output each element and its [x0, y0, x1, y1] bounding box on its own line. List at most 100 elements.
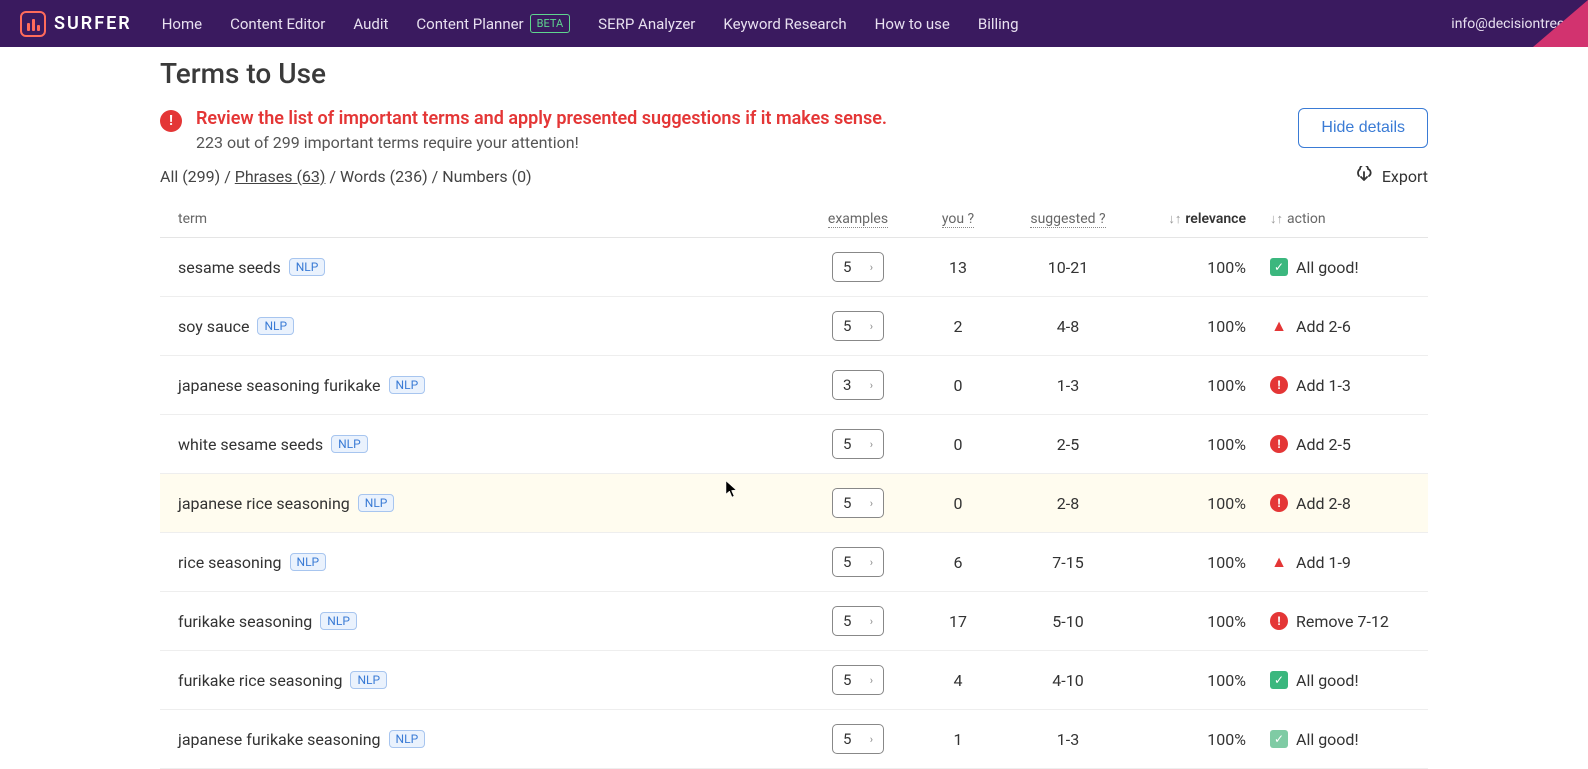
main-content: Terms to Use ! Review the list of import… [0, 47, 1588, 769]
check-icon: ✓ [1270, 671, 1288, 689]
col-action[interactable]: ↓↑action [1258, 201, 1428, 238]
filter-all[interactable]: All (299) [160, 167, 220, 186]
examples-button[interactable]: 5› [832, 488, 884, 518]
sep: / [220, 167, 235, 186]
term-cell: rice seasoningNLP [160, 533, 808, 592]
top-navbar: SURFER Home Content Editor Audit Content… [0, 0, 1588, 47]
brand-logo[interactable]: SURFER [20, 11, 132, 37]
nav-home[interactable]: Home [162, 15, 202, 33]
nav-keyword-research[interactable]: Keyword Research [723, 15, 846, 33]
examples-cell: 5› [808, 238, 908, 297]
nav-content-planner[interactable]: Content Planner BETA [416, 14, 570, 33]
relevance-cell: 100% [1128, 710, 1258, 769]
examples-button[interactable]: 5› [832, 252, 884, 282]
action-text: Add 1-3 [1296, 376, 1351, 395]
examples-cell: 5› [808, 592, 908, 651]
table-row[interactable]: furikake rice seasoningNLP5›44-10100%✓Al… [160, 651, 1428, 710]
col-suggested[interactable]: suggested ? [1008, 201, 1128, 238]
col-you[interactable]: you ? [908, 201, 1008, 238]
examples-button[interactable]: 5› [832, 547, 884, 577]
table-row[interactable]: japanese furikake seasoningNLP5›11-3100%… [160, 710, 1428, 769]
nav-content-planner-label: Content Planner [416, 15, 523, 33]
you-cell: 0 [908, 415, 1008, 474]
table-row[interactable]: japanese rice seasoningNLP5›02-8100%!Add… [160, 474, 1428, 533]
brand-name: SURFER [54, 13, 132, 34]
term-text: furikake seasoning [178, 612, 312, 631]
table-row[interactable]: sesame seedsNLP5›1310-21100%✓All good! [160, 238, 1428, 297]
filter-phrases[interactable]: Phrases (63) [235, 167, 326, 186]
examples-button[interactable]: 5› [832, 606, 884, 636]
relevance-cell: 100% [1128, 651, 1258, 710]
nav-howto-label: How to use [875, 15, 950, 33]
relevance-cell: 100% [1128, 592, 1258, 651]
examples-button[interactable]: 5› [832, 311, 884, 341]
nav-serp-label: SERP Analyzer [598, 15, 695, 33]
table-row[interactable]: soy sauceNLP5›24-8100%▲Add 2-6 [160, 297, 1428, 356]
nav-how-to-use[interactable]: How to use [875, 15, 950, 33]
action-text: Remove 7-12 [1296, 612, 1389, 631]
examples-cell: 5› [808, 710, 908, 769]
warning-triangle-icon: ▲ [1270, 553, 1288, 571]
examples-button[interactable]: 5› [832, 429, 884, 459]
chevron-right-icon: › [870, 438, 873, 451]
action-cell: !Add 1-3 [1258, 356, 1428, 415]
examples-count: 5 [843, 258, 851, 276]
examples-count: 5 [843, 671, 851, 689]
term-cell: sesame seeds NLP [160, 238, 808, 297]
action-text: Add 2-6 [1296, 317, 1351, 336]
suggested-cell: 7-15 [1008, 533, 1128, 592]
warning-circle-icon: ! [1270, 494, 1288, 512]
you-cell: 6 [908, 533, 1008, 592]
filter-words[interactable]: Words (236) [340, 167, 428, 186]
filter-tabs: All (299) / Phrases (63) / Words (236) /… [160, 167, 532, 186]
alert-text: Review the list of important terms and a… [196, 108, 887, 152]
nlp-badge: NLP [289, 258, 326, 276]
check-icon: ✓ [1270, 730, 1288, 748]
col-relevance[interactable]: ↓↑relevance [1128, 201, 1258, 238]
col-term: term [160, 201, 808, 238]
nlp-badge: NLP [257, 317, 294, 335]
hide-details-button[interactable]: Hide details [1298, 108, 1428, 148]
examples-cell: 5› [808, 415, 908, 474]
term-cell: white sesame seedsNLP [160, 415, 808, 474]
table-row[interactable]: white sesame seedsNLP5›02-5100%!Add 2-5 [160, 415, 1428, 474]
nav-audit-label: Audit [353, 15, 388, 33]
you-cell: 0 [908, 474, 1008, 533]
nav-audit[interactable]: Audit [353, 15, 388, 33]
examples-cell: 5› [808, 297, 908, 356]
sort-icon: ↓↑ [1168, 212, 1181, 227]
table-row[interactable]: rice seasoningNLP5›67-15100%▲Add 1-9 [160, 533, 1428, 592]
nav-home-label: Home [162, 15, 202, 33]
examples-count: 5 [843, 612, 851, 630]
term-text: sesame seeds [178, 258, 281, 277]
table-row[interactable]: japanese seasoning furikakeNLP3›01-3100%… [160, 356, 1428, 415]
beta-badge: BETA [530, 14, 571, 33]
alert-subtitle: 223 out of 299 important terms require y… [196, 133, 887, 152]
relevance-cell: 100% [1128, 474, 1258, 533]
export-label: Export [1382, 167, 1428, 186]
table-row[interactable]: furikake seasoningNLP5›175-10100%!Remove… [160, 592, 1428, 651]
col-examples[interactable]: examples [808, 201, 908, 238]
export-button[interactable]: Export [1354, 166, 1428, 187]
filter-numbers[interactable]: Numbers (0) [442, 167, 531, 186]
term-text: japanese rice seasoning [178, 494, 350, 513]
suggested-cell: 1-3 [1008, 710, 1128, 769]
action-text: Add 2-8 [1296, 494, 1351, 513]
cloud-download-icon [1354, 166, 1374, 187]
relevance-cell: 100% [1128, 356, 1258, 415]
nav-billing-label: Billing [978, 15, 1019, 33]
term-cell: japanese rice seasoningNLP [160, 474, 808, 533]
examples-button[interactable]: 3› [832, 370, 884, 400]
examples-button[interactable]: 5› [832, 724, 884, 754]
nav-content-editor[interactable]: Content Editor [230, 15, 325, 33]
nav-serp-analyzer[interactable]: SERP Analyzer [598, 15, 695, 33]
term-text: white sesame seeds [178, 435, 323, 454]
table-header-row: term examples you ? suggested ? ↓↑releva… [160, 201, 1428, 238]
term-text: soy sauce [178, 317, 249, 336]
action-cell: !Add 2-5 [1258, 415, 1428, 474]
term-cell: japanese seasoning furikakeNLP [160, 356, 808, 415]
examples-button[interactable]: 5› [832, 665, 884, 695]
terms-table: term examples you ? suggested ? ↓↑releva… [160, 201, 1428, 769]
nav-billing[interactable]: Billing [978, 15, 1019, 33]
warning-circle-icon: ! [1270, 435, 1288, 453]
